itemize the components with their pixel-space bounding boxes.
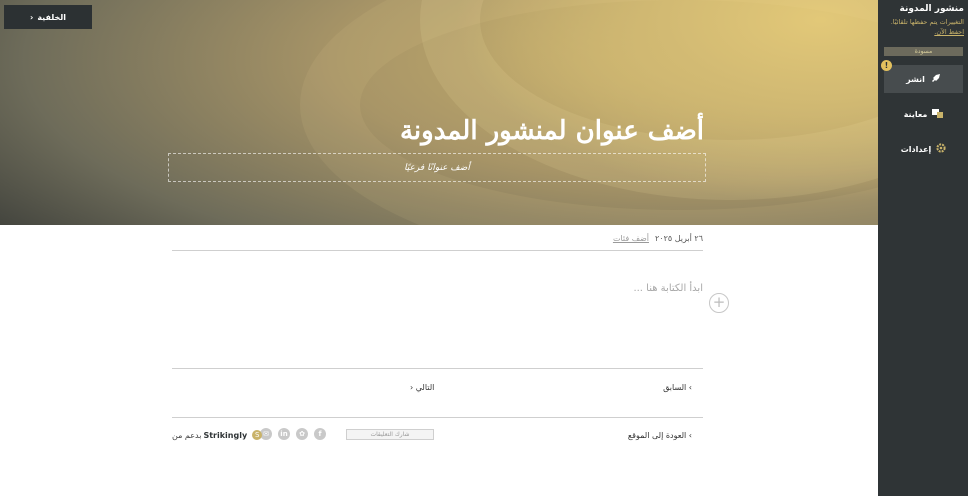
subtitle-placeholder: أضف عنوانًا فرعيًا [404,162,470,173]
chevron-left-icon: ‹ [410,383,414,392]
preview-icon [932,108,944,120]
chevron-right-icon: › [688,383,692,392]
linkedin-icon[interactable]: in [278,428,290,440]
strikingly-brand: Strikingly [203,430,248,440]
divider [172,417,703,418]
settings-label: إعدادات [900,144,932,154]
post-body-placeholder[interactable]: ابدأ الكتابة هنا ... [633,283,703,294]
chevron-right-icon: › [688,431,692,440]
save-now-link[interactable]: احفظ الآن. [934,28,964,36]
autosave-note: التغييرات يتم حفظها تلقائيًا. احفظ الآن. [878,17,964,37]
powered-by-prefix: بدعم من [172,430,202,440]
publish-button[interactable]: انشر [884,65,963,93]
post-subtitle-input[interactable]: أضف عنوانًا فرعيًا [168,153,706,182]
post-date[interactable]: ٢٦ أبريل ٢٠٢٥ [655,234,703,243]
editor-sidebar: منشور المدونة التغييرات يتم حفظها تلقائي… [878,0,968,496]
divider [172,250,703,251]
cover-swirl [300,0,878,225]
powered-by-strikingly[interactable]: بدعم من Strikingly S [172,430,263,440]
pinterest-icon[interactable]: ✿ [296,428,308,440]
add-category-link[interactable]: أضف فئات [613,234,649,243]
rocket-icon [931,73,941,85]
previous-label: السابق [663,383,687,392]
preview-label: معاينة [903,109,928,119]
next-label: التالي [415,383,435,392]
background-button-label: الخلفية [37,12,66,22]
back-to-site-link[interactable]: › العودة إلى الموقع [628,431,692,440]
social-share-bar: ✉ in ✿ f شارك التعليقات [260,428,434,440]
comment-button[interactable]: شارك التعليقات [346,428,434,440]
post-meta: ٢٦ أبريل ٢٠٢٥ أضف فئات [172,231,703,245]
warning-icon: ! [881,60,892,71]
preview-button[interactable]: معاينة [884,104,963,124]
autosave-text: التغييرات يتم حفظها تلقائيًا. [890,18,964,26]
sidebar-title: منشور المدونة [899,4,965,14]
background-button[interactable]: الخلفية ‹ [4,5,92,29]
draft-badge: مسودة [884,47,963,56]
previous-post-link[interactable]: › السابق [663,383,692,392]
cover-image: الخلفية ‹ أضف عنوان لمنشور المدونة أضف ع… [0,0,878,225]
strikingly-logo-icon: S [252,430,263,440]
chevron-left-icon: ‹ [30,12,34,22]
settings-button[interactable]: إعدادات [884,139,963,159]
next-post-link[interactable]: التالي ‹ [410,383,434,392]
publish-label: انشر [906,74,925,84]
facebook-icon[interactable]: f [314,428,326,440]
add-block-button[interactable]: + [709,293,729,313]
back-to-site-label: العودة إلى الموقع [627,431,687,440]
post-title-input[interactable]: أضف عنوان لمنشور المدونة [400,116,704,146]
gear-icon [936,143,946,155]
divider [172,368,703,369]
